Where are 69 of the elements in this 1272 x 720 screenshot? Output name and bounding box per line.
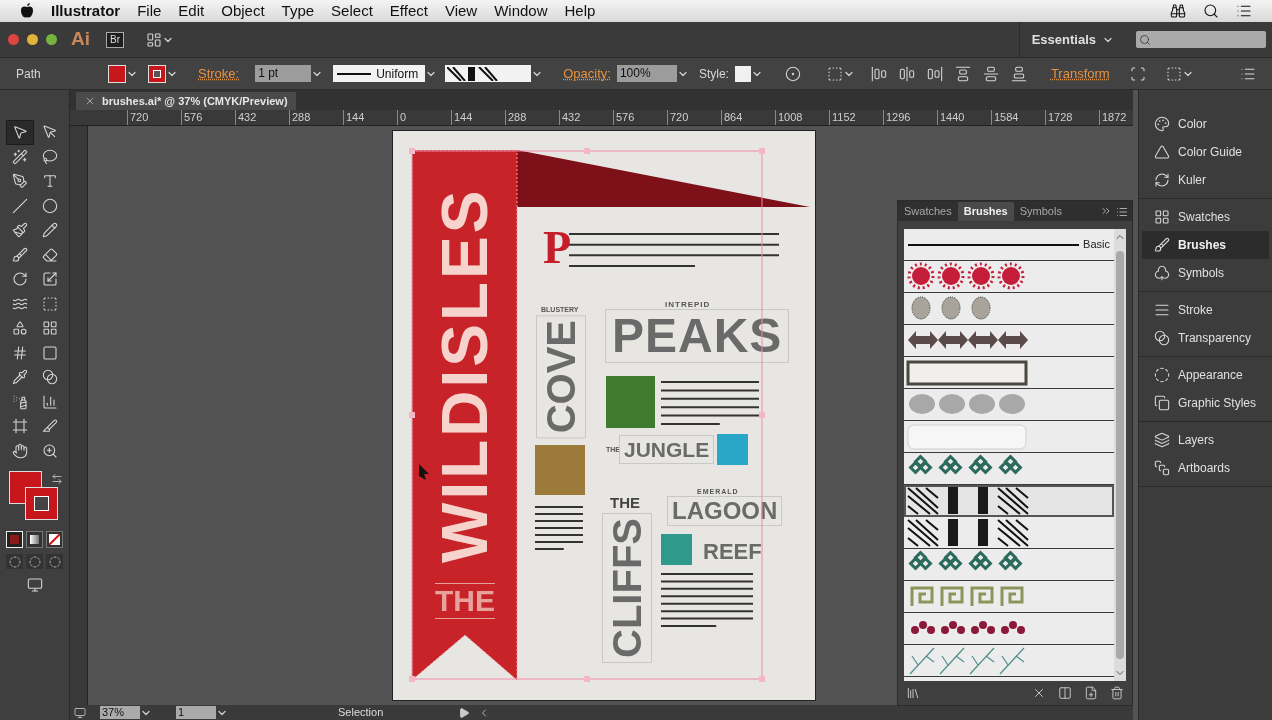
- panel-tab[interactable]: Swatches: [898, 202, 958, 221]
- ruler-label: 288: [505, 110, 559, 125]
- ruler-label: 1728: [1045, 110, 1099, 125]
- dock-panel-button[interactable]: Brushes: [1142, 231, 1269, 259]
- ruler-label: 144: [451, 110, 505, 125]
- menu-item[interactable]: Effect: [389, 0, 428, 23]
- ruler-label: 0: [397, 110, 451, 125]
- status-tool-label: Selection: [338, 705, 385, 720]
- ruler-label: 720: [667, 110, 721, 125]
- drop-cap: P: [543, 225, 572, 271]
- zoom-field[interactable]: 37%: [100, 706, 140, 719]
- opacity-field[interactable]: 100%: [616, 65, 677, 82]
- ribbon-title: WILDISLES: [433, 186, 497, 565]
- dock-panel-button[interactable]: Appearance: [1142, 361, 1269, 389]
- ruler-label: 720: [127, 110, 181, 125]
- variable-width-profile-dropdown[interactable]: Uniform: [333, 65, 426, 82]
- dock-panel-button[interactable]: Color Guide: [1142, 138, 1269, 166]
- dock-panel-button[interactable]: Color: [1142, 110, 1269, 138]
- menu-item[interactable]: Type: [281, 0, 315, 23]
- workspace-switcher[interactable]: Essentials: [1018, 22, 1126, 57]
- document-tab[interactable]: brushes.ai* @ 37% (CMYK/Preview): [76, 92, 296, 110]
- menu-item[interactable]: Object: [221, 0, 265, 23]
- jungle-heading: JUNGLE: [619, 435, 715, 464]
- dock-panel-button[interactable]: Kuler: [1142, 166, 1269, 194]
- kicker-text: INTREPID: [665, 299, 711, 311]
- selection-type-label: Path: [16, 65, 42, 83]
- ruler-label: 144: [343, 110, 397, 125]
- dock-panel-button[interactable]: Layers: [1142, 426, 1269, 454]
- dock-panel-button[interactable]: Artboards: [1142, 454, 1269, 482]
- ruler-label: 576: [181, 110, 235, 125]
- dock-panel-button[interactable]: Symbols: [1142, 259, 1269, 287]
- dock-panel-button[interactable]: Stroke: [1142, 296, 1269, 324]
- ruler-label: 576: [613, 110, 667, 125]
- opacity-label[interactable]: Opacity:: [563, 63, 611, 84]
- menu-item[interactable]: Select: [331, 0, 373, 23]
- panel-tab[interactable]: Brushes: [957, 202, 1014, 221]
- menu-item[interactable]: Window: [494, 0, 548, 23]
- ruler-label: 1584: [991, 110, 1045, 125]
- stroke-label[interactable]: Stroke:: [198, 63, 240, 84]
- bridge-button[interactable]: Br: [106, 31, 124, 48]
- ruler-label: 288: [289, 110, 343, 125]
- dock-panel-button[interactable]: Swatches: [1142, 203, 1269, 231]
- app-menu[interactable]: Illustrator: [51, 0, 121, 23]
- ruler-label: 432: [559, 110, 613, 125]
- menu-item[interactable]: Help: [564, 0, 596, 23]
- stroke-weight-field[interactable]: 1 pt: [255, 65, 312, 82]
- cliffs-kicker: THE: [610, 495, 640, 510]
- app-logo: Ai: [71, 27, 90, 52]
- cliffs-heading: CLIFFS: [602, 513, 652, 663]
- ruler-label: 1152: [829, 110, 883, 125]
- lagoon-heading: LAGOON: [667, 496, 783, 526]
- panel-tab[interactable]: Symbols: [1013, 202, 1068, 221]
- menu-item[interactable]: View: [444, 0, 478, 23]
- ruler-label: 864: [721, 110, 775, 125]
- ruler-label: 1440: [937, 110, 991, 125]
- cove-heading: COVE: [536, 315, 586, 439]
- style-label: Style:: [698, 65, 729, 83]
- menu-item[interactable]: Edit: [178, 0, 205, 23]
- dock-panel-button[interactable]: Graphic Styles: [1142, 389, 1269, 417]
- ruler-label: 432: [235, 110, 289, 125]
- ribbon-subtitle: THE: [435, 583, 495, 619]
- artboard-field[interactable]: 1: [176, 706, 216, 719]
- dock-panel-button[interactable]: Transparency: [1142, 324, 1269, 352]
- reef-heading: REEF: [703, 541, 762, 563]
- ruler-label: 1008: [775, 110, 829, 125]
- transform-link[interactable]: Transform: [1050, 63, 1110, 84]
- peaks-heading: PEAKS: [605, 309, 790, 363]
- ruler-label: 1296: [883, 110, 937, 125]
- menu-item[interactable]: File: [137, 0, 162, 23]
